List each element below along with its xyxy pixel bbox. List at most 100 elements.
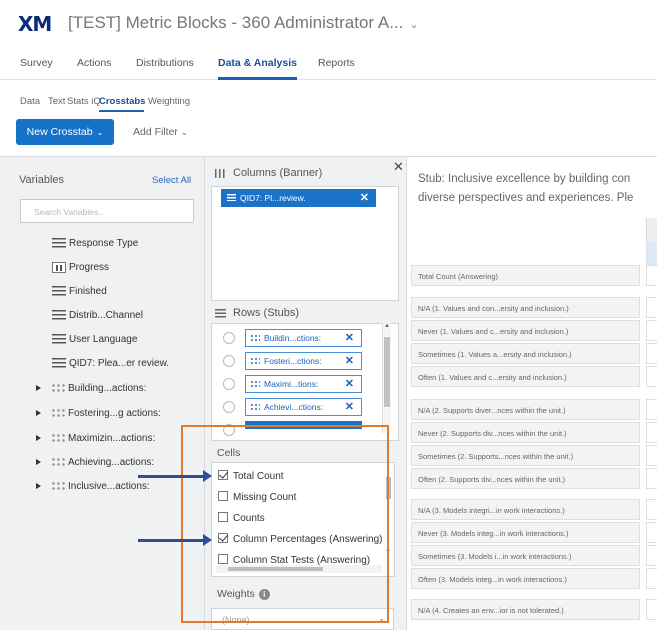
expand-arrow-icon[interactable]	[36, 459, 41, 465]
remove-icon[interactable]: ✕	[360, 191, 369, 204]
table-cell	[646, 320, 657, 341]
table-row-label: Total Count (Answering)	[411, 265, 640, 286]
table-cell	[646, 445, 657, 466]
variables-title: Variables	[19, 174, 65, 186]
xm-logo[interactable]: XM	[18, 12, 52, 36]
row-stub-item: Achievi...ctions: ✕	[220, 397, 390, 417]
variable-item[interactable]: Finished	[52, 282, 107, 300]
remove-icon[interactable]: ✕	[345, 331, 354, 344]
project-title-text: [TEST] Metric Blocks - 360 Administrator…	[68, 13, 404, 32]
variable-item[interactable]: Building...actions:	[36, 379, 146, 397]
row-chip[interactable]: Maximi...tions: ✕	[245, 375, 362, 393]
stub-line: diverse perspectives and experiences. Pl…	[418, 192, 634, 204]
new-crosstab-button[interactable]: New Crosstab ⌄	[16, 119, 114, 145]
columns-icon	[215, 168, 226, 178]
rows-scrollbar[interactable]: ▲	[382, 323, 391, 433]
scroll-up-icon[interactable]: ▲	[384, 323, 390, 329]
tab-data-analysis[interactable]: Data & Analysis	[218, 57, 297, 69]
subtab-stats-iq[interactable]: Stats iQ	[67, 96, 101, 107]
scroll-thumb[interactable]	[384, 337, 390, 407]
variable-item[interactable]: Progress	[52, 258, 109, 276]
tab-actions[interactable]: Actions	[77, 57, 111, 69]
arrow-total-count	[138, 470, 212, 482]
rows-section-title: Rows (Stubs)	[215, 307, 299, 319]
lines-icon	[52, 285, 66, 297]
expand-arrow-icon[interactable]	[36, 410, 41, 416]
expand-arrow-icon[interactable]	[36, 435, 41, 441]
subtab-weighting[interactable]: Weighting	[148, 96, 190, 107]
subtab-crosstabs[interactable]: Crosstabs	[99, 96, 145, 107]
table-cell	[646, 399, 657, 420]
table-cell	[646, 468, 657, 489]
variable-item[interactable]: User Language	[52, 330, 137, 348]
lines-icon	[52, 309, 66, 321]
variable-label: User Language	[69, 333, 138, 345]
variable-label: Inclusive...actions:	[68, 480, 150, 492]
matrix-icon	[51, 382, 65, 394]
row-chip-label: Maximi...tions:	[264, 379, 319, 389]
variable-label: Progress	[69, 261, 110, 273]
variable-label: Achieving...actions:	[68, 456, 155, 468]
table-row-label: Often (3. Models integ...in work interac…	[411, 568, 640, 589]
row-chip[interactable]: Buildin...ctions: ✕	[245, 329, 362, 347]
variable-item[interactable]: QID7: Plea...er review.	[52, 354, 169, 372]
variable-label: QID7: Plea...er review.	[69, 357, 170, 369]
columns-drop-area[interactable]: QID7: Pl...review. ✕	[211, 186, 399, 301]
select-all-link[interactable]: Select All	[152, 175, 191, 186]
table-cell	[646, 343, 657, 364]
lines-icon	[52, 237, 66, 249]
remove-icon[interactable]: ✕	[345, 354, 354, 367]
bar-chart-icon	[52, 261, 66, 273]
row-chip[interactable]: Fosteri...ctions: ✕	[245, 352, 362, 370]
row-stub-item: Fosteri...ctions: ✕	[220, 351, 390, 371]
table-row-label: N/A (2. Supports diver...nces within the…	[411, 399, 640, 420]
table-cell	[646, 522, 657, 543]
table-row-label: N/A (4. Creates an env...ior is not tole…	[411, 599, 640, 620]
table-row-label: Never (1. Values and c...ersity and incl…	[411, 320, 640, 341]
active-subtab-indicator	[99, 110, 144, 112]
tab-reports[interactable]: Reports	[318, 57, 355, 69]
variable-item[interactable]: Achieving...actions:	[36, 453, 154, 471]
variable-label: Fostering...g actions:	[68, 407, 161, 419]
chevron-down-icon: ⌄	[96, 128, 104, 137]
variable-label: Distrib...Channel	[69, 309, 143, 321]
remove-icon[interactable]: ✕	[345, 400, 354, 413]
add-filter-button[interactable]: Add Filter ⌄	[133, 126, 188, 138]
row-radio[interactable]	[223, 401, 235, 413]
variable-item[interactable]: Distrib...Channel	[52, 306, 143, 324]
close-icon[interactable]: ✕	[393, 159, 404, 175]
variable-label: Building...actions:	[68, 382, 147, 394]
tab-survey[interactable]: Survey	[20, 57, 53, 69]
remove-icon[interactable]: ✕	[345, 377, 354, 390]
tab-distributions[interactable]: Distributions	[136, 57, 194, 69]
project-title[interactable]: [TEST] Metric Blocks - 360 Administrator…	[68, 13, 419, 33]
rows-drop-area[interactable]: Buildin...ctions: ✕ Fosteri...ctions: ✕ Ma…	[211, 323, 399, 441]
row-radio[interactable]	[223, 355, 235, 367]
crosstab-toolbar: New Crosstab ⌄ Add Filter ⌄	[0, 116, 657, 156]
search-variables-input[interactable]: Search Variables...	[20, 199, 194, 223]
matrix-icon	[250, 403, 260, 412]
table-row-label: Never (2. Supports div...nces within the…	[411, 422, 640, 443]
stub-description: Stub: Inclusive excellence by building c…	[418, 170, 657, 208]
variable-item[interactable]: Response Type	[52, 234, 138, 252]
row-radio[interactable]	[223, 378, 235, 390]
subtab-text[interactable]: Text	[48, 96, 65, 107]
variable-item[interactable]: Maximizin...actions:	[36, 429, 155, 447]
variables-panel: Variables Select All Search Variables...…	[0, 156, 205, 630]
row-radio[interactable]	[223, 332, 235, 344]
chevron-down-icon: ⌄	[409, 19, 419, 31]
subtab-data[interactable]: Data	[20, 96, 40, 107]
rows-title-text: Rows (Stubs)	[233, 307, 300, 319]
expand-arrow-icon[interactable]	[36, 385, 41, 391]
lines-icon	[52, 357, 66, 369]
matrix-icon	[51, 456, 65, 468]
expand-arrow-icon[interactable]	[36, 483, 41, 489]
row-chip[interactable]: Achievi...ctions: ✕	[245, 398, 362, 416]
variable-item[interactable]: Inclusive...actions:	[36, 477, 150, 495]
lines-icon	[227, 194, 236, 201]
matrix-icon	[250, 380, 260, 389]
lines-icon	[52, 333, 66, 345]
table-cell	[646, 599, 657, 620]
column-chip[interactable]: QID7: Pl...review. ✕	[221, 189, 376, 207]
variable-item[interactable]: Fostering...g actions:	[36, 404, 161, 422]
